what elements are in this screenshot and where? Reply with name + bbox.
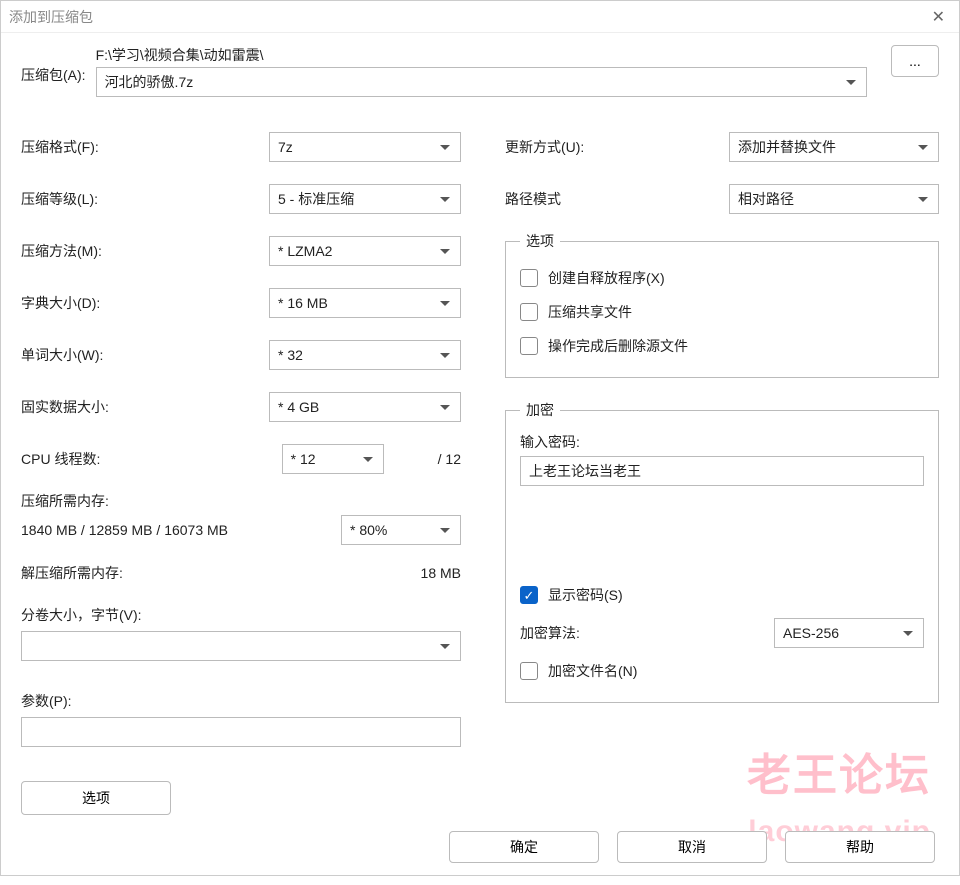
- archive-label: 压缩包(A):: [21, 45, 86, 85]
- encryption-group: 加密 输入密码: 显示密码(S) 加密算法: AES-256 加密文件名(N): [505, 400, 939, 703]
- mem-decompress-value: 18 MB: [421, 565, 461, 581]
- password-label: 输入密码:: [520, 432, 924, 452]
- word-label: 单词大小(W):: [21, 345, 269, 365]
- threads-total: / 12: [384, 451, 461, 467]
- titlebar: 添加到压缩包 ✕: [1, 1, 959, 33]
- algo-label: 加密算法:: [520, 623, 580, 643]
- sfx-label: 创建自释放程序(X): [548, 268, 665, 288]
- split-combo[interactable]: [21, 631, 461, 661]
- method-combo[interactable]: * LZMA2: [269, 236, 461, 266]
- delete-row[interactable]: 操作完成后删除源文件: [520, 329, 924, 363]
- solid-combo[interactable]: * 4 GB: [269, 392, 461, 422]
- path-mode-label: 路径模式: [505, 189, 561, 209]
- threads-label: CPU 线程数:: [21, 449, 282, 469]
- archive-path-text: F:\学习\视频合集\动如雷震\: [96, 45, 867, 67]
- window-title: 添加到压缩包: [9, 7, 93, 27]
- update-label: 更新方式(U):: [505, 137, 584, 157]
- shared-checkbox[interactable]: [520, 303, 538, 321]
- sfx-checkbox[interactable]: [520, 269, 538, 287]
- level-combo[interactable]: 5 - 标准压缩: [269, 184, 461, 214]
- archive-path-col: F:\学习\视频合集\动如雷震\ 河北的骄傲.7z: [96, 45, 867, 97]
- close-icon[interactable]: ✕: [926, 7, 951, 27]
- sfx-row[interactable]: 创建自释放程序(X): [520, 261, 924, 295]
- format-combo[interactable]: 7z: [269, 132, 461, 162]
- left-column: 压缩格式(F): 7z 压缩等级(L): 5 - 标准压缩 压缩方法(M): *…: [21, 121, 461, 815]
- help-button[interactable]: 帮助: [785, 831, 935, 863]
- format-label: 压缩格式(F):: [21, 137, 269, 157]
- dialog-content: 压缩包(A): F:\学习\视频合集\动如雷震\ 河北的骄傲.7z ... 压缩…: [1, 33, 959, 885]
- encrypt-names-checkbox[interactable]: [520, 662, 538, 680]
- options-legend: 选项: [520, 231, 560, 251]
- browse-button[interactable]: ...: [891, 45, 939, 77]
- threads-combo[interactable]: * 12: [282, 444, 384, 474]
- path-mode-combo[interactable]: 相对路径: [729, 184, 939, 214]
- options-button[interactable]: 选项: [21, 781, 171, 815]
- shared-row[interactable]: 压缩共享文件: [520, 295, 924, 329]
- word-combo[interactable]: * 32: [269, 340, 461, 370]
- archive-name-combo[interactable]: 河北的骄傲.7z: [96, 67, 867, 97]
- encrypt-names-row[interactable]: 加密文件名(N): [520, 654, 924, 688]
- dialog-window: 添加到压缩包 ✕ 压缩包(A): F:\学习\视频合集\动如雷震\ 河北的骄傲.…: [0, 0, 960, 876]
- archive-row: 压缩包(A): F:\学习\视频合集\动如雷震\ 河北的骄傲.7z ...: [21, 45, 939, 97]
- solid-label: 固实数据大小:: [21, 397, 269, 417]
- cancel-button[interactable]: 取消: [617, 831, 767, 863]
- mem-pct-combo[interactable]: * 80%: [341, 515, 461, 545]
- show-password-label: 显示密码(S): [548, 585, 623, 605]
- footer-buttons: 确定 取消 帮助: [1, 831, 959, 863]
- show-password-row[interactable]: 显示密码(S): [520, 578, 924, 612]
- update-combo[interactable]: 添加并替换文件: [729, 132, 939, 162]
- mem-compress-label: 压缩所需内存:: [21, 491, 461, 511]
- delete-label: 操作完成后删除源文件: [548, 336, 688, 356]
- dict-label: 字典大小(D):: [21, 293, 269, 313]
- dict-combo[interactable]: * 16 MB: [269, 288, 461, 318]
- method-label: 压缩方法(M):: [21, 241, 269, 261]
- right-column: 更新方式(U): 添加并替换文件 路径模式 相对路径 选项 创建自释放程序(X): [505, 121, 939, 815]
- options-group: 选项 创建自释放程序(X) 压缩共享文件 操作完成后删除源文件: [505, 231, 939, 378]
- mem-compress-value: 1840 MB / 12859 MB / 16073 MB: [21, 522, 228, 538]
- split-label: 分卷大小，字节(V):: [21, 605, 461, 625]
- encryption-legend: 加密: [520, 400, 560, 420]
- show-password-checkbox[interactable]: [520, 586, 538, 604]
- archive-name-value: 河北的骄傲.7z: [105, 72, 194, 92]
- mem-compress-block: 压缩所需内存: 1840 MB / 12859 MB / 16073 MB * …: [21, 491, 461, 545]
- encrypt-names-label: 加密文件名(N): [548, 661, 637, 681]
- algo-combo[interactable]: AES-256: [774, 618, 924, 648]
- password-input[interactable]: [520, 456, 924, 486]
- params-label: 参数(P):: [21, 691, 461, 711]
- params-input[interactable]: [21, 717, 461, 747]
- columns: 压缩格式(F): 7z 压缩等级(L): 5 - 标准压缩 压缩方法(M): *…: [21, 121, 939, 815]
- mem-decompress-label: 解压缩所需内存:: [21, 563, 123, 583]
- ok-button[interactable]: 确定: [449, 831, 599, 863]
- delete-checkbox[interactable]: [520, 337, 538, 355]
- level-label: 压缩等级(L):: [21, 189, 269, 209]
- shared-label: 压缩共享文件: [548, 302, 632, 322]
